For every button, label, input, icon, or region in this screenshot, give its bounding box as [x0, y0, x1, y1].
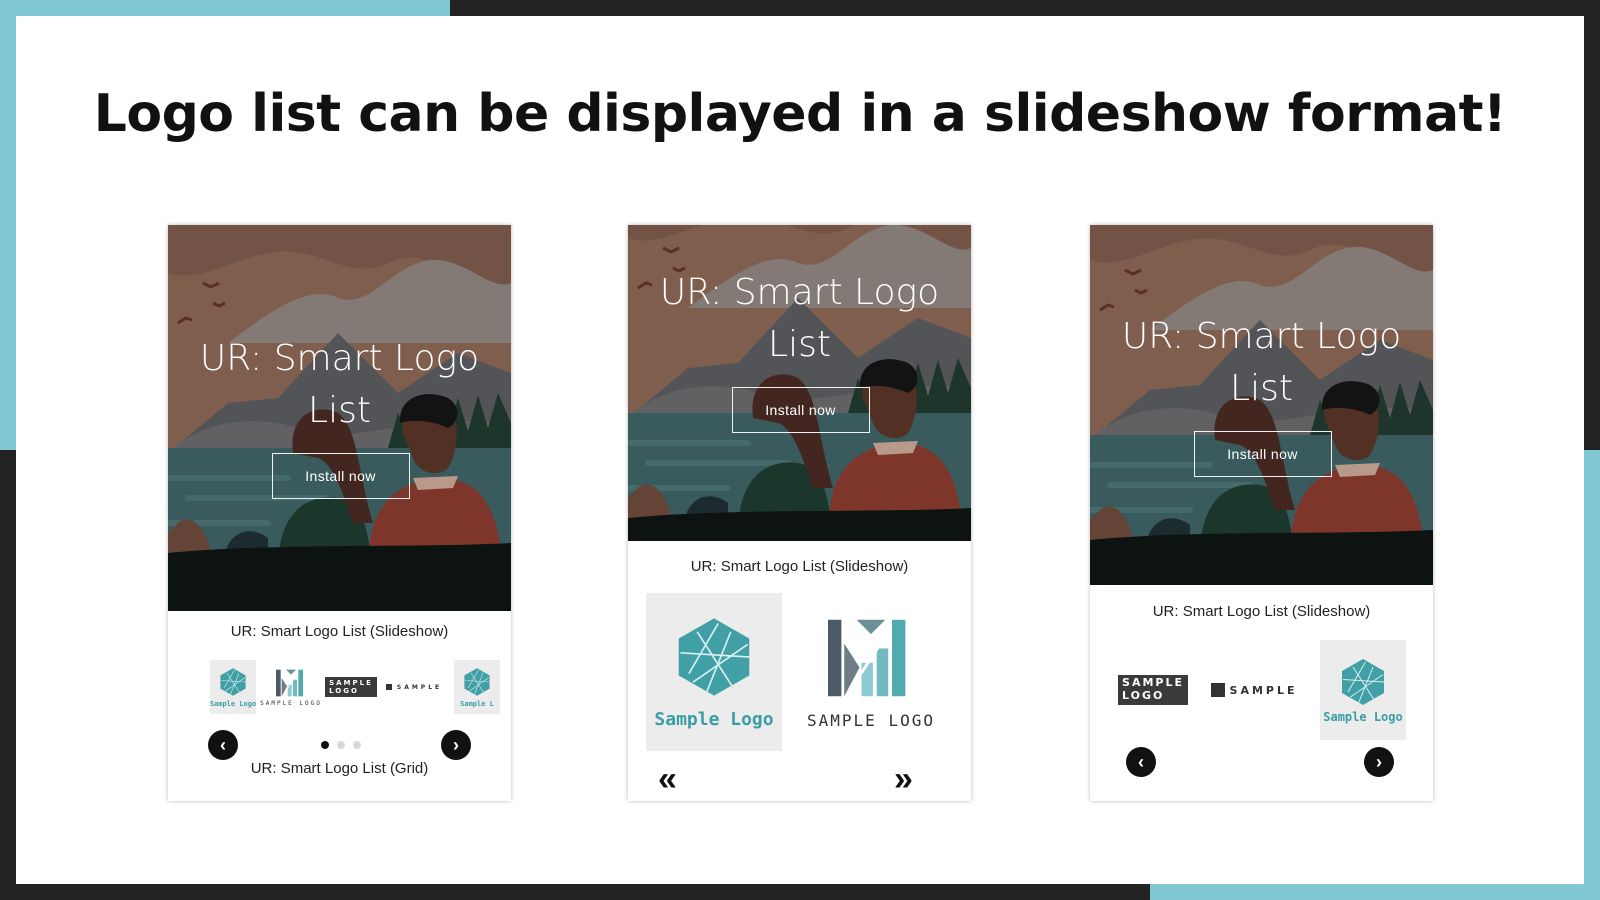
- headline: Logo list can be displayed in a slidesho…: [93, 84, 1507, 144]
- hero-title: UR: Smart Logo List: [168, 333, 511, 437]
- hero-banner: UR: Smart Logo List Install now: [628, 225, 971, 541]
- hero-title: UR: Smart Logo List: [628, 267, 971, 371]
- hero-title-line2: List: [308, 390, 371, 431]
- double-chevron-right-icon: »: [894, 760, 913, 798]
- pagination-dot[interactable]: [321, 741, 329, 749]
- frame-accent-bottom-right: [1150, 884, 1600, 900]
- logo-caption: SAMPLE LOGO: [807, 710, 935, 730]
- phone-mockup: UR: Smart Logo List Install now UR: Smar…: [1090, 225, 1433, 801]
- hexagon-logo-icon: [220, 667, 246, 696]
- badge-logo: SAMPLE LOGO: [1118, 675, 1188, 705]
- prev-slide-button[interactable]: «: [658, 762, 677, 796]
- next-slide-button[interactable]: »: [894, 762, 913, 796]
- logo-caption: SAMPLE: [1229, 683, 1298, 697]
- logo-caption: SAMPLE: [396, 683, 443, 691]
- prev-slide-button[interactable]: ‹: [208, 730, 238, 760]
- hero-title-line1: UR: Smart Logo: [659, 272, 940, 313]
- hero-title-line2: List: [1230, 368, 1293, 409]
- bars-logo-icon: [276, 669, 303, 698]
- frame-accent-right: [1584, 450, 1600, 900]
- hero-title-line2: List: [768, 324, 831, 365]
- next-section-title: UR: Smart Logo List (Grid): [250, 760, 429, 777]
- badge-line2: LOGO: [329, 687, 359, 695]
- frame-accent-left: [0, 0, 16, 450]
- hexagon-logo-icon: [1342, 658, 1385, 705]
- section-title: UR: Smart Logo List (Slideshow): [1152, 603, 1371, 620]
- logo-tile[interactable]: Sample Logo: [1320, 640, 1406, 740]
- logo-caption: Sample Logo: [210, 699, 256, 708]
- next-slide-button[interactable]: ›: [1364, 747, 1394, 777]
- hero-title-line1: UR: Smart Logo: [199, 338, 480, 379]
- pagination-dots: [321, 741, 361, 749]
- logo-tile[interactable]: SAMPLE: [385, 660, 443, 714]
- bars-logo-icon: [828, 619, 906, 700]
- logo-tile[interactable]: Sample Logo: [210, 660, 256, 714]
- chevron-right-icon: ›: [453, 734, 459, 755]
- logo-tile[interactable]: SAMPLE LOGO: [260, 660, 320, 714]
- hero-banner: UR: Smart Logo List Install now: [1090, 225, 1433, 585]
- chevron-left-icon: ‹: [220, 734, 226, 755]
- install-now-button[interactable]: Install now: [271, 453, 410, 499]
- logo-tile[interactable]: SAMPLE: [1208, 640, 1300, 740]
- pagination-dot[interactable]: [337, 741, 345, 749]
- chevron-left-icon: ‹: [1138, 751, 1144, 772]
- section-title: UR: Smart Logo List (Slideshow): [230, 623, 449, 640]
- phone-mockup: UR: Smart Logo List Install now UR: Smar…: [628, 225, 971, 801]
- square-mark-icon: [385, 684, 392, 690]
- logo-tile[interactable]: SAMPLE LOGO: [325, 660, 377, 714]
- logo-caption: SAMPLE LOGO: [260, 699, 322, 707]
- badge-logo: SAMPLE LOGO: [325, 676, 377, 698]
- logo-caption: Sample L: [460, 699, 494, 708]
- hexagon-logo-icon: [464, 667, 490, 696]
- square-logo: SAMPLE: [1210, 683, 1298, 697]
- install-now-button[interactable]: Install now: [731, 387, 870, 433]
- hexagon-logo-icon: [678, 617, 750, 696]
- square-mark-icon: [1210, 683, 1225, 697]
- prev-slide-button[interactable]: ‹: [1126, 747, 1156, 777]
- logo-tile[interactable]: Sample Logo: [646, 593, 782, 751]
- logo-tile[interactable]: SAMPLE LOGO: [793, 593, 949, 751]
- logo-caption: Sample Logo: [654, 708, 774, 730]
- badge-line1: SAMPLE: [329, 678, 373, 687]
- frame-accent-top-left: [0, 0, 450, 16]
- logo-tile[interactable]: Sample L: [454, 660, 500, 714]
- logo-tile[interactable]: SAMPLE LOGO: [1110, 640, 1196, 740]
- section-title: UR: Smart Logo List (Slideshow): [690, 558, 909, 575]
- chevron-right-icon: ›: [1376, 751, 1382, 772]
- hero-title-line1: UR: Smart Logo: [1121, 316, 1402, 357]
- next-slide-button[interactable]: ›: [441, 730, 471, 760]
- square-logo: SAMPLE: [385, 683, 443, 691]
- logo-caption: Sample Logo: [1323, 709, 1403, 724]
- hero-title: UR: Smart Logo List: [1090, 311, 1433, 415]
- double-chevron-left-icon: «: [658, 760, 677, 798]
- phone-mockup: UR: Smart Logo List Install now UR: Smar…: [168, 225, 511, 801]
- hero-banner: UR: Smart Logo List Install now: [168, 225, 511, 611]
- badge-line2: LOGO: [1122, 689, 1165, 702]
- install-now-button[interactable]: Install now: [1193, 431, 1332, 477]
- pagination-dot[interactable]: [353, 741, 361, 749]
